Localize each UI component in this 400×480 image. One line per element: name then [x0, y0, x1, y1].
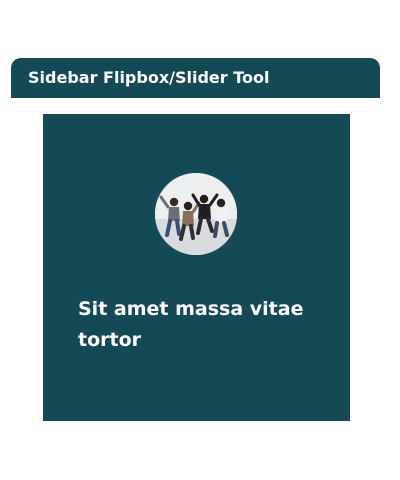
card-text: Sit amet massa vitae tortor: [78, 298, 304, 351]
group-photo-avatar: [155, 173, 237, 255]
widget-header: Sidebar Flipbox/Slider Tool: [11, 58, 380, 98]
group-photo-icon: [155, 173, 237, 255]
widget-title: Sidebar Flipbox/Slider Tool: [28, 68, 270, 87]
flipbox-card[interactable]: Sit amet massa vitae tortor: [43, 114, 350, 421]
